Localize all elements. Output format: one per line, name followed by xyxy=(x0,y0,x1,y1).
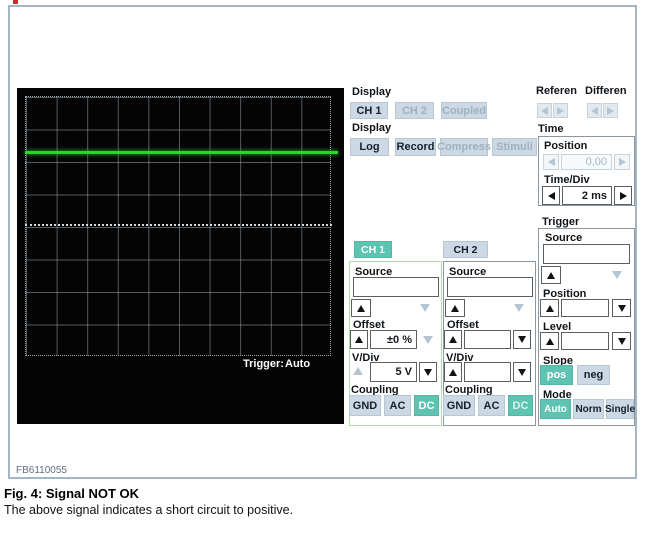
trigger-slope-neg-button[interactable]: neg xyxy=(577,365,610,385)
signal-trace xyxy=(25,151,338,154)
timediv-label: Time/Div xyxy=(544,174,590,186)
ch2-offset-up-button[interactable] xyxy=(444,330,462,349)
up-arrow-icon xyxy=(355,336,363,343)
left-arrow-icon xyxy=(541,106,548,115)
ch1-source-down-button[interactable] xyxy=(420,304,430,312)
trigger-readout-value: Auto xyxy=(285,358,311,370)
timediv-increment-button[interactable] xyxy=(614,186,632,205)
display-log-button[interactable]: Log xyxy=(350,138,389,156)
ch2-source-input[interactable] xyxy=(447,277,533,297)
figure-caption-title: Fig. 4: Signal NOT OK xyxy=(4,486,140,501)
oscilloscope-app-window: Trigger: Auto Display CH 1 CH 2 Coupled … xyxy=(0,0,649,533)
trigger-mode-single-button[interactable]: Single xyxy=(605,399,635,419)
trigger-level-down-button[interactable] xyxy=(612,332,631,350)
trigger-level-input[interactable] xyxy=(561,332,609,350)
scope-center-gridline xyxy=(25,224,332,226)
display-coupled-button[interactable]: Coupled xyxy=(441,102,487,119)
down-arrow-icon xyxy=(617,337,626,345)
reference-prev-button[interactable] xyxy=(537,103,552,118)
ch1-coupling-ac-button[interactable]: AC xyxy=(384,395,411,416)
figure-caption-body: The above signal indicates a short circu… xyxy=(4,503,294,517)
up-arrow-icon xyxy=(357,304,365,312)
left-arrow-icon xyxy=(547,158,555,166)
display-ch2-button[interactable]: CH 2 xyxy=(395,102,434,119)
display-record-button[interactable]: Record xyxy=(395,138,436,156)
time-position-decrement-button[interactable] xyxy=(543,154,559,170)
ch1-offset-input[interactable]: ±0 % xyxy=(370,330,417,349)
timediv-input[interactable]: 2 ms xyxy=(562,186,612,205)
ch1-vdiv-down-button[interactable] xyxy=(419,362,437,382)
ch1-source-up-button[interactable] xyxy=(351,299,371,317)
ch2-vdiv-down-button[interactable] xyxy=(513,362,531,382)
trigger-mode-auto-button[interactable]: Auto xyxy=(540,399,571,419)
left-arrow-icon xyxy=(591,106,598,115)
ch2-coupling-ac-button[interactable]: AC xyxy=(478,395,505,416)
right-arrow-icon xyxy=(618,158,626,166)
figure-code: FB6110055 xyxy=(16,465,67,476)
time-position-label: Position xyxy=(544,140,588,152)
trigger-source-input[interactable] xyxy=(543,244,630,264)
trigger-slope-pos-button[interactable]: pos xyxy=(540,365,573,385)
display-stimuli-button[interactable]: Stimuli xyxy=(492,138,537,156)
ch2-coupling-gnd-button[interactable]: GND xyxy=(443,395,475,416)
ch1-coupling-dc-button[interactable]: DC xyxy=(414,395,439,416)
display-channels-label: Display xyxy=(352,86,392,98)
trigger-position-input[interactable] xyxy=(561,299,609,317)
ch2-vdiv-up-button[interactable] xyxy=(444,362,462,382)
down-arrow-icon xyxy=(518,368,526,376)
down-arrow-icon xyxy=(518,336,526,343)
up-arrow-icon xyxy=(451,304,459,312)
ch1-source-input[interactable] xyxy=(353,277,439,297)
display-ch1-button[interactable]: CH 1 xyxy=(350,102,388,119)
trigger-mode-norm-button[interactable]: Norm xyxy=(573,399,604,419)
trigger-level-up-button[interactable] xyxy=(540,332,559,350)
red-marker-icon xyxy=(13,0,18,4)
reference-label: Referen xyxy=(536,85,577,97)
ch1-coupling-gnd-button[interactable]: GND xyxy=(349,395,381,416)
down-arrow-icon xyxy=(424,368,432,376)
ch2-coupling-dc-button[interactable]: DC xyxy=(508,395,533,416)
ch2-source-down-button[interactable] xyxy=(514,304,524,312)
tab-ch1[interactable]: CH 1 xyxy=(354,241,392,258)
ch1-vdiv-input[interactable]: 5 V xyxy=(370,362,417,382)
differential-next-button[interactable] xyxy=(603,103,618,118)
trigger-source-label: Source xyxy=(545,232,583,244)
left-arrow-icon xyxy=(547,191,555,200)
ch2-vdiv-input[interactable] xyxy=(464,362,511,382)
time-position-increment-button[interactable] xyxy=(614,154,630,170)
right-arrow-icon xyxy=(557,106,564,115)
ch2-offset-down-button[interactable] xyxy=(513,330,531,349)
ch1-vdiv-up-button[interactable] xyxy=(353,367,363,375)
ch1-offset-down-button[interactable] xyxy=(423,336,433,344)
reference-next-button[interactable] xyxy=(553,103,568,118)
right-arrow-icon xyxy=(607,106,614,115)
trigger-source-up-button[interactable] xyxy=(541,266,561,284)
display-compress-button[interactable]: Compress xyxy=(437,138,491,156)
differential-label: Differen xyxy=(585,85,627,97)
right-arrow-icon xyxy=(619,191,627,200)
up-arrow-icon xyxy=(449,336,457,343)
differential-prev-button[interactable] xyxy=(587,103,602,118)
trigger-section-label: Trigger xyxy=(542,216,580,228)
trigger-readout-label: Trigger: xyxy=(243,358,284,370)
ch2-offset-input[interactable] xyxy=(464,330,511,349)
time-section-label: Time xyxy=(538,123,564,135)
down-arrow-icon xyxy=(617,304,626,312)
ch2-source-up-button[interactable] xyxy=(445,299,465,317)
trigger-readout: Trigger: Auto xyxy=(243,358,310,370)
up-arrow-icon xyxy=(545,304,554,312)
up-arrow-icon xyxy=(545,337,554,345)
time-position-input[interactable]: 0,00 xyxy=(561,154,612,170)
tab-ch2[interactable]: CH 2 xyxy=(443,241,488,258)
ch1-offset-up-button[interactable] xyxy=(350,330,368,349)
scope-grid xyxy=(25,96,331,356)
trigger-position-up-button[interactable] xyxy=(540,299,559,317)
up-arrow-icon xyxy=(449,368,457,376)
trigger-position-down-button[interactable] xyxy=(612,299,631,317)
display-modes-label: Display xyxy=(352,122,392,134)
trigger-source-down-button[interactable] xyxy=(612,271,622,279)
timediv-decrement-button[interactable] xyxy=(542,186,560,205)
up-arrow-icon xyxy=(547,271,555,279)
scope-display: Trigger: Auto xyxy=(17,88,344,424)
